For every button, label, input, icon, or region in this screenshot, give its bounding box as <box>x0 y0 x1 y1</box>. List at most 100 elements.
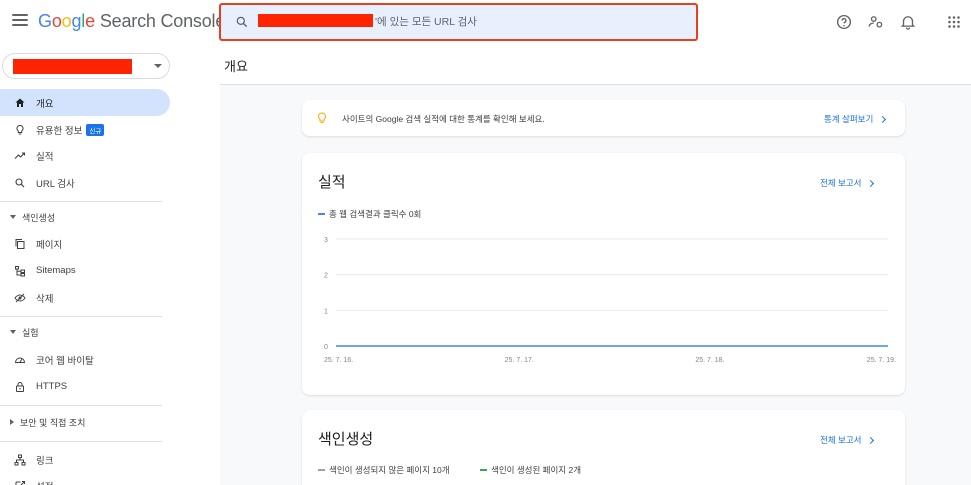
apps-grid-icon[interactable] <box>945 13 963 31</box>
sitemap-icon <box>15 265 25 276</box>
sidebar-item-label: HTTPS <box>36 381 68 392</box>
clicks-line-chart: 0 1 2 3 25. 7. 16. 25. 7. 17. 25. 7. 18. 25. 7.… <box>324 237 896 364</box>
hamburger-menu-icon[interactable] <box>12 14 28 28</box>
sidebar-item-label: 링크 <box>36 455 54 467</box>
app-logo[interactable]: Google Search Console <box>38 11 225 32</box>
legend-indexed[interactable]: 색인이 생성된 페이지 2개 <box>480 464 581 476</box>
caret-right-icon <box>10 419 14 425</box>
chevron-right-icon <box>879 115 887 123</box>
sidebar-divider <box>0 201 162 202</box>
redacted-property-name <box>258 14 373 27</box>
card-title: 실적 <box>318 174 346 191</box>
link-label: 전체 보고서 <box>820 435 862 445</box>
logo-letter: o <box>51 11 62 31</box>
legend-label: 색인이 생성된 페이지 2개 <box>491 465 582 475</box>
search-icon <box>236 16 248 28</box>
search-placeholder: '에 있는 모든 URL 검사 <box>375 16 477 28</box>
sidebar-item-label: 실적 <box>36 151 54 163</box>
sidebar-divider <box>0 405 162 406</box>
product-name: Search Console <box>99 11 226 31</box>
chevron-down-icon <box>154 64 162 68</box>
caret-down-icon <box>10 330 16 334</box>
sidebar-section-experience[interactable]: 실험 <box>0 320 170 344</box>
section-title: 실험 <box>22 327 39 338</box>
search-icon <box>15 177 25 187</box>
sidebar-section-indexing[interactable]: 색인생성 <box>0 205 170 229</box>
legend-swatch <box>318 213 325 215</box>
sidebar-divider <box>0 316 162 317</box>
sidebar-item-sitemaps[interactable]: Sitemaps <box>0 257 170 284</box>
manage-users-icon[interactable] <box>867 13 885 31</box>
legend-swatch <box>480 469 487 471</box>
explore-insights-link[interactable]: 통계 살펴보기 <box>824 113 887 125</box>
indexing-card: 색인생성 전체 보고서 색인이 생성되지 않은 페이지 10개 색인이 생성된 … <box>302 410 905 485</box>
full-report-link[interactable]: 전체 보고서 <box>820 434 875 446</box>
y-tick-label: 0 <box>324 344 328 351</box>
chevron-right-icon <box>867 436 875 444</box>
chevron-right-icon <box>867 179 875 187</box>
caret-down-icon <box>10 215 16 219</box>
redacted-property-name <box>13 59 132 74</box>
chart-legend-clicks[interactable]: 총 웹 검색결과 클릭수 0회 <box>318 208 421 220</box>
legend-label: 총 웹 검색결과 클릭수 0회 <box>329 209 422 219</box>
page-title: 개요 <box>224 59 248 74</box>
help-icon[interactable] <box>835 13 853 31</box>
card-title: 색인생성 <box>318 431 374 448</box>
lock-icon <box>16 381 24 392</box>
section-title: 보안 및 직접 조치 <box>20 417 86 428</box>
x-tick-label: 25. 7. 17. <box>505 357 534 364</box>
settings-icon <box>15 480 25 485</box>
sidebar-item-links[interactable]: 링크 <box>0 446 170 473</box>
lightbulb-icon <box>318 112 326 123</box>
url-inspection-search-input[interactable]: '에 있는 모든 URL 검사 <box>219 3 698 41</box>
gauge-icon <box>14 357 26 363</box>
links-icon <box>14 454 26 465</box>
sidebar-item-performance[interactable]: 실적 <box>0 142 170 169</box>
performance-card: 실적 전체 보고서 총 웹 검색결과 클릭수 0회 0 1 2 3 25. 7. 16.… <box>302 153 905 395</box>
top-app-bar: Google Search Console '에 있는 모든 URL 검사 <box>0 0 971 44</box>
legend-label: 색인이 생성되지 않은 페이지 10개 <box>329 465 450 475</box>
link-label: 통계 살펴보기 <box>824 114 874 124</box>
sidebar-item-url-inspection[interactable]: URL 검사 <box>0 169 170 196</box>
legend-not-indexed[interactable]: 색인이 생성되지 않은 페이지 10개 <box>318 464 450 476</box>
sidebar-item-label: Sitemaps <box>36 265 76 276</box>
sidebar-item-label: 유용한 정보 <box>36 125 83 137</box>
sidebar-item-insights[interactable]: 유용한 정보 신규 <box>0 116 170 143</box>
sidebar-item-https[interactable]: HTTPS <box>0 373 170 400</box>
sidebar-item-pages[interactable]: 페이지 <box>0 230 170 257</box>
sidebar-item-overview[interactable]: 개요 <box>0 89 170 116</box>
sidebar-item-removals[interactable]: 삭제 <box>0 284 170 311</box>
sidebar-item-label: 삭제 <box>36 293 54 305</box>
notifications-bell-icon[interactable] <box>899 13 917 31</box>
section-title: 색인생성 <box>22 212 56 223</box>
sidebar-divider <box>0 441 162 442</box>
property-selector[interactable] <box>2 53 170 79</box>
home-icon <box>15 98 25 107</box>
sidebar-item-label: 개요 <box>36 98 54 110</box>
logo-letter: e <box>85 11 95 31</box>
trending-up-icon <box>14 151 26 159</box>
x-tick-label: 25. 7. 19. <box>867 357 896 364</box>
full-report-link[interactable]: 전체 보고서 <box>820 177 875 189</box>
y-tick-label: 1 <box>324 308 328 315</box>
logo-letter: g <box>71 11 82 31</box>
insights-card: 사이트의 Google 검색 실적에 대한 통계를 확인해 보세요. 통계 살펴… <box>302 100 905 136</box>
sidebar-section-security[interactable]: 보안 및 직접 조치 <box>0 410 170 434</box>
legend-swatch <box>318 469 325 471</box>
sidebar-item-core-web-vitals[interactable]: 코어 웹 바이탈 <box>0 346 170 373</box>
lightbulb-icon <box>16 124 24 134</box>
y-tick-label: 2 <box>324 273 328 280</box>
sidebar-item-settings[interactable]: 설정 <box>0 472 170 485</box>
removal-icon <box>14 293 26 302</box>
sidebar-item-label: 설정 <box>36 479 53 485</box>
logo-letter: o <box>61 11 72 31</box>
pages-icon <box>15 238 25 249</box>
x-tick-label: 25. 7. 16. <box>324 357 353 364</box>
logo-letter: G <box>38 11 52 31</box>
insights-text: 사이트의 Google 검색 실적에 대한 통계를 확인해 보세요. <box>342 114 545 124</box>
sidebar-item-label: 페이지 <box>36 239 63 251</box>
new-badge: 신규 <box>86 123 105 136</box>
sidebar-item-label: URL 검사 <box>36 178 75 190</box>
x-tick-label: 25. 7. 18. <box>695 357 724 364</box>
sidebar-item-label: 코어 웹 바이탈 <box>36 355 94 367</box>
